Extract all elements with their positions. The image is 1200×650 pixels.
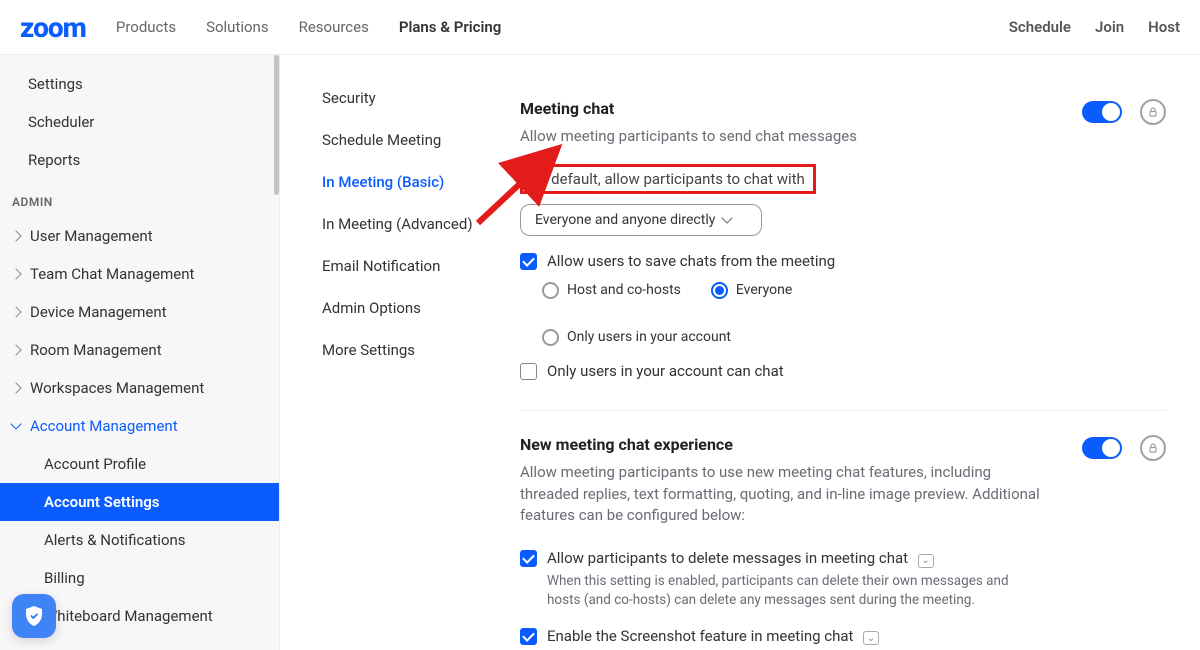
chevron-down-icon	[10, 418, 21, 429]
subnav-admin-options[interactable]: Admin Options	[322, 287, 520, 329]
subnav-schedule-meeting[interactable]: Schedule Meeting	[322, 119, 520, 161]
sidebar-workspaces-label: Workspaces Management	[30, 379, 204, 397]
meeting-chat-title: Meeting chat	[520, 99, 1040, 118]
nav-plans[interactable]: Plans & Pricing	[399, 18, 501, 36]
chevron-right-icon	[10, 382, 21, 393]
nav-primary: Products Solutions Resources Plans & Pri…	[116, 18, 501, 36]
subnav-email-notification[interactable]: Email Notification	[322, 245, 520, 287]
sidebar-user-management[interactable]: User Management	[0, 217, 279, 255]
sidebar-room-management[interactable]: Room Management	[0, 331, 279, 369]
sidebar-team-chat-label: Team Chat Management	[30, 265, 194, 283]
subnav-security[interactable]: Security	[322, 77, 520, 119]
settings-subnav: Security Schedule Meeting In Meeting (Ba…	[280, 55, 520, 650]
default-chat-dropdown-value: Everyone and anyone directly	[535, 212, 715, 228]
new-chat-toggle[interactable]	[1082, 437, 1122, 459]
subnav-in-meeting-basic[interactable]: In Meeting (Basic)	[322, 161, 520, 203]
chevron-right-icon	[10, 268, 21, 279]
chevron-right-icon	[10, 230, 21, 241]
info-icon[interactable]: ⌄	[918, 554, 934, 568]
screenshot-row: Enable the Screenshot feature in meeting…	[520, 627, 1040, 650]
meeting-chat-desc: Allow meeting participants to send chat …	[520, 126, 1040, 148]
nav-join[interactable]: Join	[1095, 18, 1124, 36]
screenshot-label: Enable the Screenshot feature in meeting…	[547, 627, 853, 645]
delete-msgs-help: When this setting is enabled, participan…	[547, 572, 1040, 611]
sidebar-account-settings[interactable]: Account Settings	[0, 483, 279, 521]
only-account-chat-checkbox[interactable]	[520, 363, 537, 380]
delete-msgs-label: Allow participants to delete messages in…	[547, 549, 908, 567]
chevron-down-icon	[722, 212, 733, 223]
shield-badge-icon[interactable]	[12, 594, 56, 638]
nav-products[interactable]: Products	[116, 18, 176, 36]
chevron-right-icon	[10, 306, 21, 317]
sidebar-alerts[interactable]: Alerts & Notifications	[0, 521, 279, 559]
nav-resources[interactable]: Resources	[299, 18, 369, 36]
sidebar-workspaces-management[interactable]: Workspaces Management	[0, 369, 279, 407]
subnav-in-meeting-advanced[interactable]: In Meeting (Advanced)	[322, 203, 520, 245]
subnav-more-settings[interactable]: More Settings	[322, 329, 520, 371]
sidebar-billing[interactable]: Billing	[0, 559, 279, 597]
sidebar-device-label: Device Management	[30, 303, 167, 321]
sidebar-account-label: Account Management	[30, 417, 178, 435]
sidebar-room-label: Room Management	[30, 341, 162, 359]
screenshot-checkbox[interactable]	[520, 628, 537, 645]
save-chats-radios: Host and co-hosts Everyone Only users in…	[542, 282, 882, 346]
lock-icon[interactable]	[1140, 99, 1166, 125]
sidebar-settings[interactable]: Settings	[0, 65, 279, 103]
nav-host[interactable]: Host	[1148, 18, 1180, 36]
radio-icon	[711, 282, 728, 299]
new-chat-title: New meeting chat experience	[520, 435, 1040, 454]
radio-host-label: Host and co-hosts	[567, 282, 681, 298]
sidebar-admin-heading: ADMIN	[0, 179, 279, 217]
default-chat-dropdown[interactable]: Everyone and anyone directly	[520, 204, 762, 236]
toggle-knob	[1102, 103, 1120, 121]
delete-msgs-checkbox[interactable]	[520, 550, 537, 567]
sidebar-account-management[interactable]: Account Management	[0, 407, 279, 445]
radio-host-cohosts[interactable]: Host and co-hosts	[542, 282, 681, 299]
delete-msgs-row: Allow participants to delete messages in…	[520, 549, 1040, 611]
info-icon[interactable]: ⌄	[863, 631, 879, 645]
radio-icon	[542, 329, 559, 346]
top-nav: zoom Products Solutions Resources Plans …	[0, 0, 1200, 55]
lock-icon[interactable]	[1140, 435, 1166, 461]
sidebar-reports[interactable]: Reports	[0, 141, 279, 179]
sidebar[interactable]: Settings Scheduler Reports ADMIN User Ma…	[0, 55, 280, 650]
setting-meeting-chat: Meeting chat Allow meeting participants …	[520, 75, 1166, 410]
new-chat-controls	[1082, 435, 1166, 461]
save-chats-checkbox-row: Allow users to save chats from the meeti…	[520, 252, 1040, 270]
main-content[interactable]: Meeting chat Allow meeting participants …	[520, 55, 1200, 650]
sidebar-user-management-label: User Management	[30, 227, 153, 245]
scrollbar[interactable]	[274, 55, 279, 650]
save-chats-checkbox[interactable]	[520, 253, 537, 270]
only-account-chat-label: Only users in your account can chat	[547, 362, 784, 380]
logo[interactable]: zoom	[20, 11, 86, 44]
nav-solutions[interactable]: Solutions	[206, 18, 269, 36]
setting-new-chat-experience: New meeting chat experience Allow meetin…	[520, 410, 1166, 650]
new-chat-desc: Allow meeting participants to use new me…	[520, 462, 1040, 527]
chevron-right-icon	[10, 344, 21, 355]
radio-everyone-label: Everyone	[736, 282, 792, 298]
radio-only-account[interactable]: Only users in your account	[542, 329, 882, 346]
radio-icon	[542, 282, 559, 299]
sidebar-device-management[interactable]: Device Management	[0, 293, 279, 331]
only-account-chat-row: Only users in your account can chat	[520, 362, 1040, 380]
radio-only-account-label: Only users in your account	[567, 329, 731, 345]
sidebar-team-chat-management[interactable]: Team Chat Management	[0, 255, 279, 293]
toggle-knob	[1102, 439, 1120, 457]
save-chats-label: Allow users to save chats from the meeti…	[547, 252, 835, 270]
sidebar-account-profile[interactable]: Account Profile	[0, 445, 279, 483]
meeting-chat-toggle[interactable]	[1082, 101, 1122, 123]
radio-everyone[interactable]: Everyone	[711, 282, 792, 299]
layout: Settings Scheduler Reports ADMIN User Ma…	[0, 55, 1200, 650]
default-chat-label: By default, allow participants to chat w…	[520, 164, 816, 194]
nav-schedule[interactable]: Schedule	[1009, 18, 1071, 36]
nav-secondary: Schedule Join Host	[1009, 18, 1180, 36]
meeting-chat-controls	[1082, 99, 1166, 125]
sidebar-scheduler[interactable]: Scheduler	[0, 103, 279, 141]
